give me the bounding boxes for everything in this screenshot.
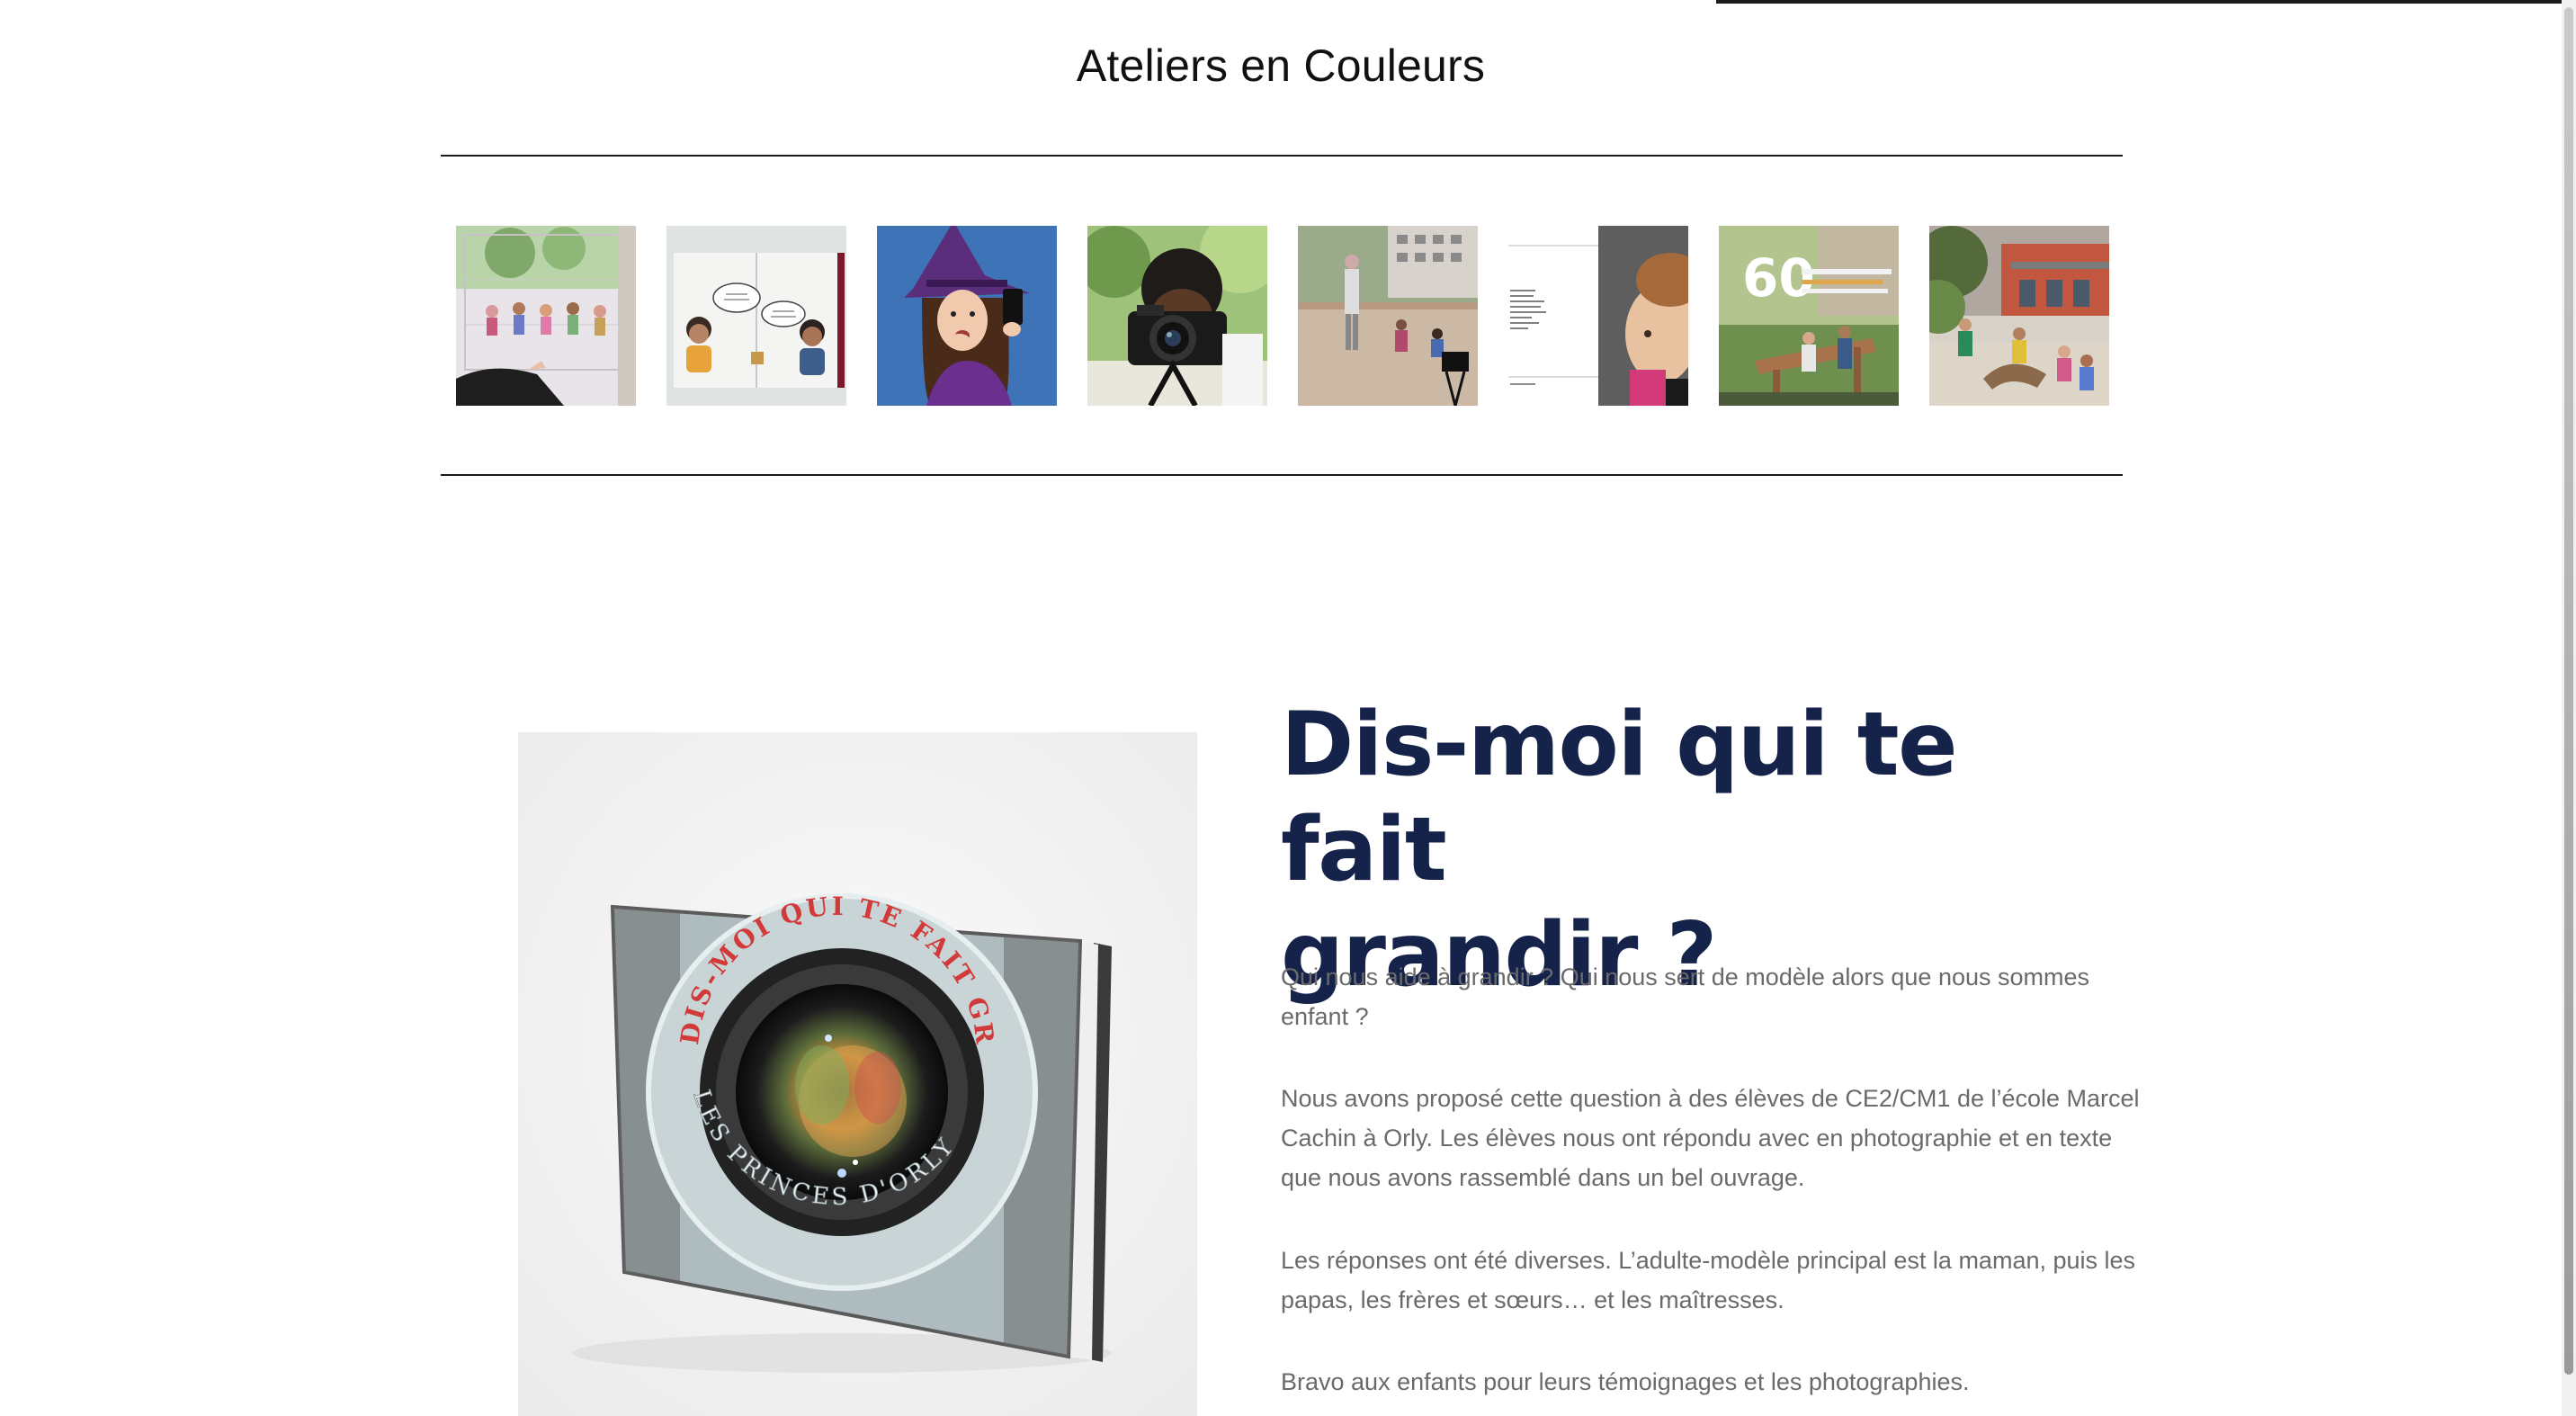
text-page-with-portrait-icon bbox=[1508, 226, 1688, 406]
site-title[interactable]: Ateliers en Couleurs bbox=[0, 40, 2562, 92]
thumbnail-gallery: 60 bbox=[456, 226, 2111, 406]
gallery-top-divider bbox=[441, 155, 2123, 157]
thumbnail-illustrated-book-page[interactable] bbox=[666, 226, 846, 406]
children-in-park-icon bbox=[1929, 226, 2109, 406]
paragraph-project-description: Nous avons proposé cette question à des … bbox=[1281, 1085, 2140, 1191]
classroom-photo-icon bbox=[456, 226, 636, 406]
article-title-line-1: Dis-moi qui te fait bbox=[1281, 694, 1958, 901]
svg-text:60: 60 bbox=[1742, 247, 1815, 309]
thumbnail-classroom-photo[interactable] bbox=[456, 226, 636, 406]
thumbnail-text-page-with-portrait[interactable] bbox=[1508, 226, 1688, 406]
schoolyard-photo-icon bbox=[1298, 226, 1478, 406]
thumbnail-child-with-camera[interactable] bbox=[1087, 226, 1267, 406]
thumbnail-sixty-years-poster[interactable]: 60 bbox=[1719, 226, 1899, 406]
book-cover-image: DIS-MOI QUI TE FAIT GRANDIR LES PRINCES … bbox=[518, 732, 1197, 1416]
header-accent-bar bbox=[1716, 0, 2562, 4]
child-with-camera-icon bbox=[1087, 226, 1267, 406]
paragraph-congratulations: Bravo aux enfants pour leurs témoignages… bbox=[1281, 1368, 1970, 1395]
illustrated-book-page-icon bbox=[666, 226, 846, 406]
witch-portrait-icon bbox=[877, 226, 1057, 406]
paragraph-intro-question: Qui nous aide à grandir ? Qui nous sert … bbox=[1281, 963, 2090, 1030]
article-content: Dis-moi qui te fait grandir ? Qui nous a… bbox=[1281, 693, 2144, 1395]
vertical-scrollbar-thumb[interactable] bbox=[2564, 7, 2573, 1375]
thumbnail-schoolyard-photo[interactable] bbox=[1298, 226, 1478, 406]
gallery-bottom-divider bbox=[441, 474, 2123, 476]
thumbnail-children-in-park[interactable] bbox=[1929, 226, 2109, 406]
sixty-years-poster-icon: 60 bbox=[1719, 226, 1899, 406]
camera-lens-book-icon: DIS-MOI QUI TE FAIT GRANDIR LES PRINCES … bbox=[518, 732, 1197, 1416]
paragraph-responses: Les réponses ont été diverses. L’adulte-… bbox=[1281, 1247, 2136, 1313]
thumbnail-witch-portrait[interactable] bbox=[877, 226, 1057, 406]
